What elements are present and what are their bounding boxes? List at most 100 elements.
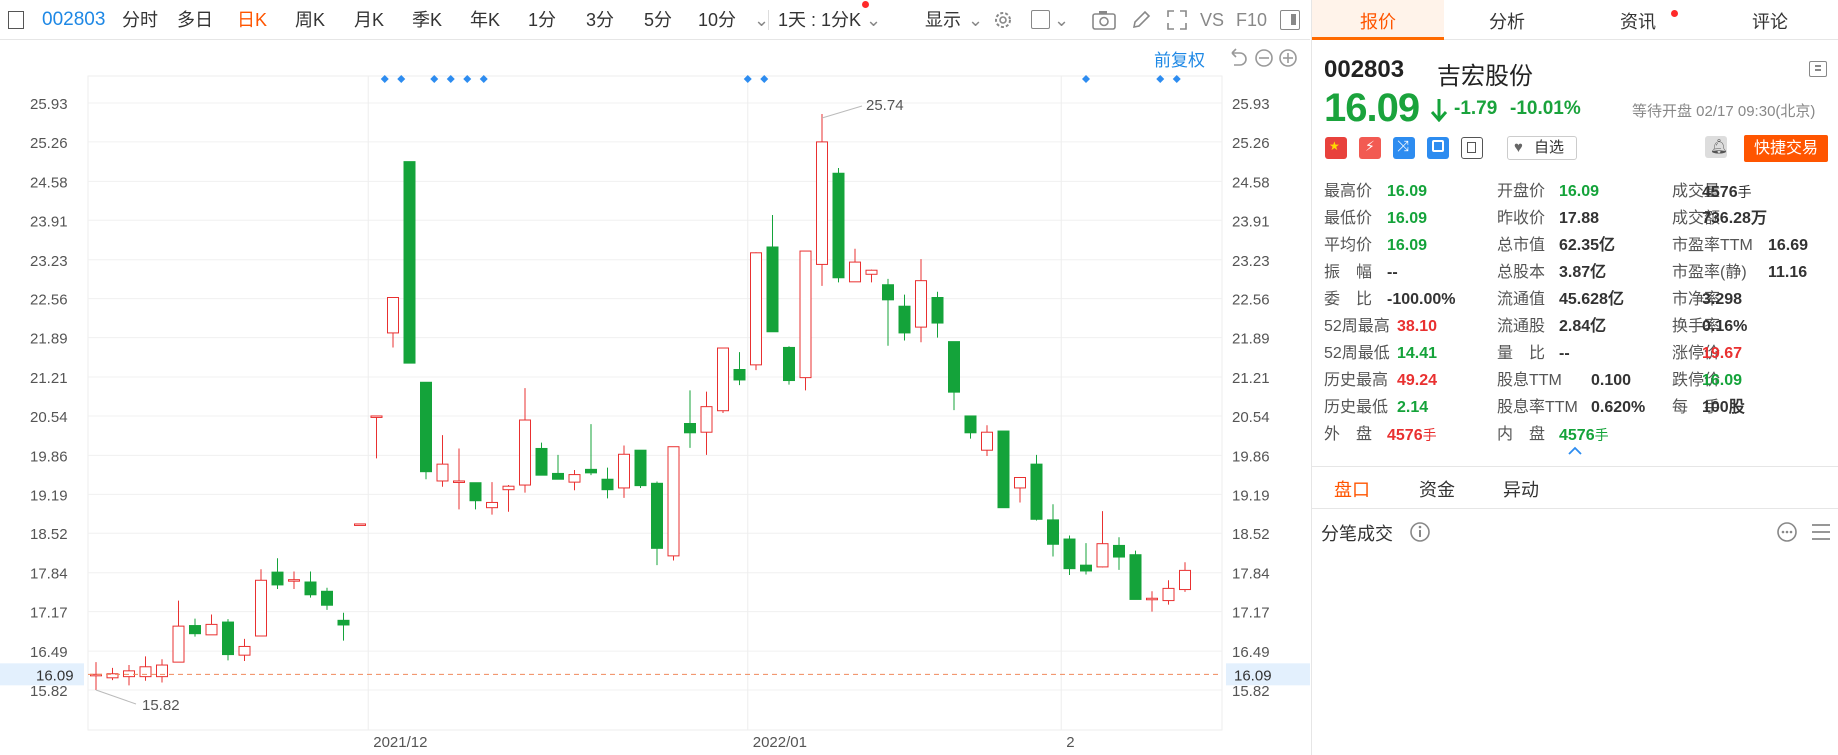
candle[interactable] — [321, 587, 333, 610]
candle[interactable] — [1014, 476, 1026, 503]
candle[interactable] — [568, 469, 581, 491]
tab-daily-k[interactable]: 日K — [237, 8, 267, 32]
candle[interactable] — [436, 435, 449, 487]
tab-monthly-k[interactable]: 月K — [354, 8, 384, 32]
stock-code-link[interactable]: 002803 — [42, 8, 105, 32]
candle[interactable] — [469, 482, 482, 510]
candle[interactable] — [700, 391, 713, 455]
candle[interactable] — [172, 600, 185, 663]
tab-weekly-k[interactable]: 周K — [295, 8, 325, 32]
candle[interactable] — [271, 558, 284, 589]
candle[interactable] — [1047, 504, 1059, 557]
tab-news[interactable]: 资讯 — [1620, 8, 1656, 34]
candle[interactable] — [1063, 535, 1076, 576]
chevron-down-icon[interactable]: ⌄ — [1054, 8, 1069, 32]
candle[interactable] — [667, 446, 680, 561]
candle[interactable] — [766, 215, 779, 333]
candle[interactable] — [453, 448, 465, 510]
add-watchlist-button[interactable]: ♥ 自选 — [1507, 136, 1577, 160]
shuffle-icon[interactable]: ⤨ — [1393, 137, 1415, 159]
candlestick-chart[interactable]: 25.93 25.26 24.58 23.91 23.23 22.56 21.89 21.21… — [0, 40, 1310, 755]
candle[interactable] — [651, 481, 663, 566]
tab-comments[interactable]: 评论 — [1752, 8, 1788, 34]
candle[interactable] — [1129, 550, 1142, 600]
candle[interactable] — [1080, 543, 1092, 575]
candle[interactable] — [882, 278, 894, 346]
candle[interactable] — [799, 250, 812, 391]
candle[interactable] — [1113, 537, 1125, 570]
candle[interactable] — [189, 618, 201, 637]
panel-toggle-icon[interactable] — [1280, 10, 1300, 30]
bell-icon[interactable]: 🔔︎ — [1705, 136, 1728, 158]
candle[interactable] — [486, 482, 498, 515]
candle[interactable] — [535, 442, 548, 476]
tab-fund-flow[interactable]: 资金 — [1419, 476, 1455, 502]
candle[interactable] — [354, 523, 366, 526]
candle[interactable] — [981, 425, 993, 457]
info-icon[interactable] — [1409, 521, 1431, 543]
chevron-down-icon[interactable]: ⌄ — [866, 8, 881, 32]
checkbox-icon[interactable] — [1031, 10, 1050, 29]
candle[interactable] — [403, 161, 416, 364]
candle[interactable] — [420, 381, 432, 480]
fullscreen-icon[interactable] — [1166, 9, 1188, 31]
tab-quote[interactable]: 报价 — [1360, 8, 1396, 34]
candle[interactable] — [915, 259, 927, 343]
tab-1min[interactable]: 1分 — [528, 8, 556, 32]
candle[interactable] — [832, 168, 845, 283]
chevron-down-icon[interactable]: ⌄ — [754, 8, 769, 32]
tab-anomaly[interactable]: 异动 — [1503, 476, 1539, 502]
candle[interactable] — [288, 571, 300, 589]
candle[interactable] — [255, 569, 267, 637]
candle[interactable] — [205, 614, 218, 636]
vs-compare-button[interactable]: VS — [1200, 8, 1224, 32]
pencil-icon[interactable] — [1130, 9, 1152, 31]
tab-multi-day[interactable]: 多日 — [177, 8, 213, 32]
candle[interactable] — [997, 430, 1010, 509]
candle[interactable] — [370, 415, 383, 459]
candle[interactable] — [1030, 454, 1043, 521]
tab-3min[interactable]: 3分 — [586, 8, 614, 32]
gear-icon[interactable] — [992, 9, 1014, 31]
candle[interactable] — [816, 114, 828, 286]
candle[interactable] — [618, 445, 630, 498]
candle[interactable] — [519, 388, 531, 493]
candle[interactable] — [948, 341, 960, 411]
list-icon[interactable] — [1810, 522, 1832, 542]
menu-list-icon[interactable] — [1809, 61, 1827, 77]
candle[interactable] — [502, 485, 515, 512]
camera-icon[interactable] — [1092, 10, 1116, 30]
candle[interactable] — [1179, 562, 1191, 592]
tab-analysis[interactable]: 分析 — [1489, 8, 1525, 34]
candle[interactable] — [1162, 580, 1175, 605]
candles[interactable] — [90, 114, 1191, 690]
f10-button[interactable]: F10 — [1236, 8, 1267, 32]
candle[interactable] — [90, 662, 102, 690]
candle[interactable] — [783, 346, 795, 385]
candle[interactable] — [931, 291, 944, 338]
chevron-up-icon[interactable] — [1567, 446, 1583, 456]
candle[interactable] — [634, 449, 647, 488]
lightning-icon[interactable]: ⚡ — [1359, 137, 1381, 159]
candle[interactable] — [238, 638, 251, 661]
tab-10min[interactable]: 10分 — [698, 8, 736, 32]
candle[interactable] — [964, 415, 977, 439]
chevron-down-icon[interactable]: ⌄ — [968, 8, 983, 32]
candle[interactable] — [684, 390, 696, 448]
candle[interactable] — [717, 347, 729, 414]
tab-yearly-k[interactable]: 年K — [470, 8, 500, 32]
candle[interactable] — [123, 665, 135, 686]
candle[interactable] — [849, 248, 861, 283]
candle[interactable] — [387, 297, 399, 348]
candle[interactable] — [337, 612, 350, 641]
candle[interactable] — [733, 352, 746, 386]
more-icon[interactable] — [1776, 521, 1798, 543]
candle[interactable] — [139, 656, 152, 681]
candle[interactable] — [750, 252, 762, 371]
candle[interactable] — [304, 571, 317, 598]
tab-orderbook[interactable]: 盘口 — [1334, 476, 1370, 502]
candle[interactable] — [1146, 591, 1158, 612]
candle[interactable] — [222, 619, 234, 661]
sidebar-toggle-icon[interactable] — [8, 11, 24, 29]
range-select[interactable]: 1天 : 1分K — [778, 8, 861, 32]
